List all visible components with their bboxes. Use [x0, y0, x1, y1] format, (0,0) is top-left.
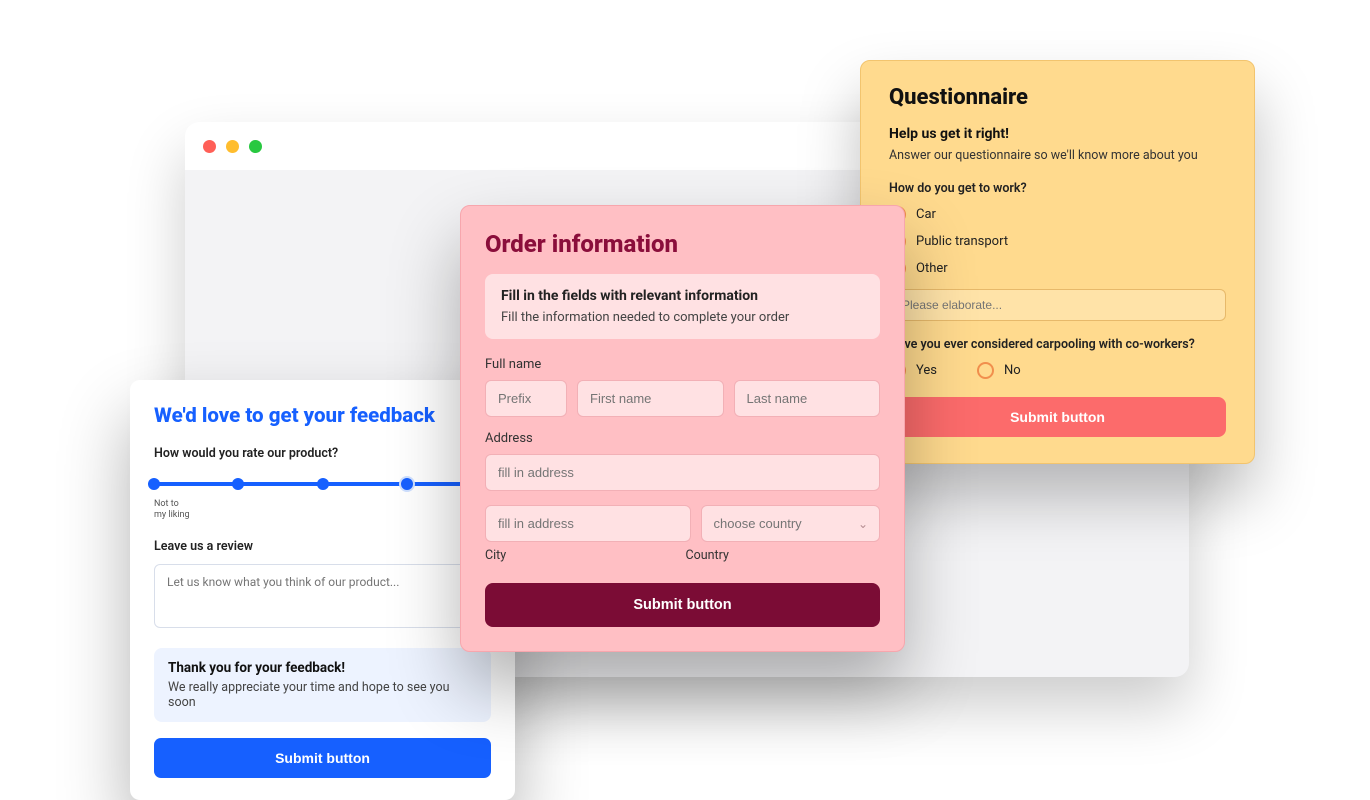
order-info-desc: Fill the information needed to complete … — [501, 310, 864, 325]
order-info-box: Fill in the fields with relevant informa… — [485, 274, 880, 339]
window-minimize-dot[interactable] — [226, 140, 239, 153]
slider-low-caption: Not to my liking — [154, 499, 491, 521]
thanks-title: Thank you for your feedback! — [168, 660, 477, 676]
elaborate-input[interactable] — [889, 289, 1226, 321]
window-maximize-dot[interactable] — [249, 140, 262, 153]
q1-option-car[interactable]: Car — [889, 206, 1226, 223]
review-textarea[interactable] — [154, 564, 491, 628]
fullname-label: Full name — [485, 357, 880, 372]
order-info-title: Fill in the fields with relevant informa… — [501, 288, 864, 304]
questionnaire-desc: Answer our questionnaire so we'll know m… — [889, 148, 1226, 163]
window-close-dot[interactable] — [203, 140, 216, 153]
feedback-submit-button[interactable]: Submit button — [154, 738, 491, 778]
last-name-input[interactable] — [734, 380, 881, 417]
q2-option-no[interactable]: No — [977, 362, 1021, 379]
rating-slider[interactable] — [154, 475, 491, 493]
country-sublabel: Country — [680, 548, 881, 563]
q2-option-label: No — [1004, 363, 1021, 378]
q1-option-public-transport[interactable]: Public transport — [889, 233, 1226, 250]
q1-option-label: Other — [916, 261, 948, 276]
order-title: Order information — [485, 230, 880, 258]
first-name-input[interactable] — [577, 380, 724, 417]
feedback-title: We'd love to get your feedback — [154, 404, 491, 428]
slider-stop — [317, 478, 329, 490]
feedback-q1: How would you rate our product? — [154, 446, 491, 461]
country-select[interactable] — [701, 505, 881, 542]
order-submit-button[interactable]: Submit button — [485, 583, 880, 627]
prefix-input[interactable] — [485, 380, 567, 417]
city-input[interactable] — [485, 505, 691, 542]
feedback-card: We'd love to get your feedback How would… — [130, 380, 515, 800]
questionnaire-card: Questionnaire Help us get it right! Answ… — [860, 60, 1255, 464]
q2-option-label: Yes — [916, 363, 937, 378]
order-card: Order information Fill in the fields wit… — [460, 205, 905, 652]
questionnaire-submit-button[interactable]: Submit button — [889, 397, 1226, 437]
q2-label: Have you ever considered carpooling with… — [889, 337, 1226, 352]
q1-option-label: Public transport — [916, 234, 1008, 249]
radio-icon — [977, 362, 994, 379]
address-label: Address — [485, 431, 880, 446]
thanks-box: Thank you for your feedback! We really a… — [154, 648, 491, 722]
address-input[interactable] — [485, 454, 880, 491]
thanks-desc: We really appreciate your time and hope … — [168, 680, 477, 710]
q1-option-other[interactable]: Other — [889, 260, 1226, 277]
city-sublabel: City — [485, 548, 680, 563]
slider-stop — [232, 478, 244, 490]
slider-thumb[interactable] — [399, 476, 415, 492]
q1-option-label: Car — [916, 207, 936, 222]
questionnaire-subtitle: Help us get it right! — [889, 126, 1226, 142]
q1-label: How do you get to work? — [889, 181, 1226, 196]
questionnaire-title: Questionnaire — [889, 85, 1226, 110]
review-label: Leave us a review — [154, 539, 491, 554]
slider-stop — [148, 478, 160, 490]
